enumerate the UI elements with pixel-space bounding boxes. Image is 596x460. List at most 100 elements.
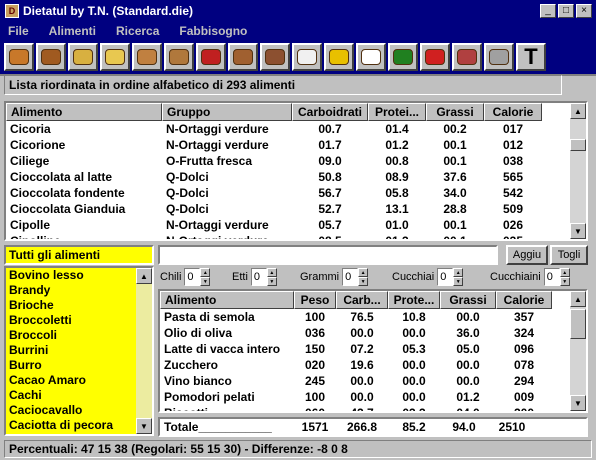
col-gruppo[interactable]: Gruppo <box>162 103 292 121</box>
sausage-button[interactable] <box>260 43 290 71</box>
pizza-button[interactable] <box>36 43 66 71</box>
col-carboidrati[interactable]: Carb... <box>336 291 388 309</box>
qty-chili-input[interactable]: 0 <box>184 268 201 286</box>
food-table-scrollbar[interactable]: ▲ ▼ <box>570 103 586 239</box>
egg-button[interactable] <box>356 43 386 71</box>
scroll-up-icon[interactable]: ▲ <box>570 103 586 119</box>
scroll-down-icon[interactable]: ▼ <box>570 223 586 239</box>
spin-up-icon[interactable]: ▲ <box>453 268 464 277</box>
table-row[interactable]: Cipolle N-Ortaggi verdure 05.7 01.0 00.1 026 <box>6 217 586 233</box>
list-item[interactable]: Caciocavallo <box>6 403 152 418</box>
table-row[interactable]: Ciliege O-Frutta fresca 09.0 00.8 00.1 038 <box>6 153 586 169</box>
pasta-button[interactable] <box>68 43 98 71</box>
table-row[interactable]: Cicorione N-Ortaggi verdure 01.7 01.2 00.1 01… <box>6 137 586 153</box>
menu-ricerca[interactable]: Ricerca <box>116 24 159 38</box>
cell-alimento: Cicorione <box>10 138 66 152</box>
col-proteine[interactable]: Prote... <box>388 291 440 309</box>
spin-up-icon[interactable]: ▲ <box>358 268 369 277</box>
table-row[interactable]: Biscotti 060 42.7 03.3 04.0 200 <box>160 405 586 411</box>
meat-button[interactable] <box>196 43 226 71</box>
apple-button[interactable] <box>420 43 450 71</box>
col-alimento[interactable]: Alimento <box>160 291 294 309</box>
menu-alimenti[interactable]: Alimenti <box>49 24 96 38</box>
table-row[interactable]: Olio di oliva 036 00.0 00.0 36.0 324 <box>160 325 586 341</box>
bread-button[interactable] <box>4 43 34 71</box>
scroll-thumb[interactable] <box>570 139 586 151</box>
spin-up-icon[interactable]: ▲ <box>559 268 570 277</box>
spin-down-icon[interactable]: ▼ <box>266 277 277 286</box>
list-item[interactable]: Broccoletti <box>6 313 152 328</box>
list-item[interactable]: Brandy <box>6 283 152 298</box>
col-alimento[interactable]: Alimento <box>6 103 162 121</box>
butter-button[interactable] <box>324 43 354 71</box>
drink-button[interactable] <box>484 43 514 71</box>
cell-gruppo: N-Ortaggi verdure <box>166 218 269 232</box>
scroll-up-icon[interactable]: ▲ <box>136 268 152 284</box>
spin-down-icon[interactable]: ▼ <box>559 277 570 286</box>
list-item[interactable]: Cacao Amaro <box>6 373 152 388</box>
category-filter[interactable]: Tutti gli alimenti <box>4 245 154 265</box>
chicken-button[interactable] <box>132 43 162 71</box>
milk-button[interactable] <box>292 43 322 71</box>
col-calorie[interactable]: Calorie <box>484 103 542 121</box>
diet-table-scrollbar[interactable]: ▲ ▼ <box>570 291 586 411</box>
maximize-button[interactable]: □ <box>558 4 574 18</box>
scroll-thumb[interactable] <box>570 309 586 339</box>
list-item[interactable]: Cachi <box>6 388 152 403</box>
dessert-button[interactable] <box>452 43 482 71</box>
menu-fabbisogno[interactable]: Fabbisogno <box>179 24 247 38</box>
salami-button[interactable] <box>228 43 258 71</box>
spin-up-icon[interactable]: ▲ <box>200 268 211 277</box>
egg-icon <box>361 49 381 65</box>
menu-file[interactable]: File <box>8 24 29 38</box>
list-item[interactable]: Caciotta di pecora <box>6 418 152 433</box>
col-carboidrati[interactable]: Carboidrati <box>292 103 368 121</box>
table-row[interactable]: Cicoria N-Ortaggi verdure 00.7 01.4 00.2 017 <box>6 121 586 137</box>
table-row[interactable]: Pomodori pelati 100 00.0 00.0 01.2 009 <box>160 389 586 405</box>
list-item[interactable]: Bovino lesso <box>6 268 152 283</box>
list-item[interactable]: Brioche <box>6 298 152 313</box>
spin-down-icon[interactable]: ▼ <box>200 277 211 286</box>
cell-gruppo: O-Frutta fresca <box>166 154 253 168</box>
qty-etti-input[interactable]: 0 <box>250 268 267 286</box>
cell-proteine: 00.0 <box>402 326 426 340</box>
col-proteine[interactable]: Protei... <box>368 103 426 121</box>
list-item[interactable]: Burro <box>6 358 152 373</box>
qty-cucchiaini-input[interactable]: 0 <box>543 268 560 286</box>
table-row[interactable]: Cioccolata fondente Q-Dolci 56.7 05.8 34.0 54… <box>6 185 586 201</box>
vegetable-button[interactable] <box>388 43 418 71</box>
table-row[interactable]: Cioccolata Gianduia Q-Dolci 52.7 13.1 28.8 50… <box>6 201 586 217</box>
close-button[interactable]: × <box>576 4 592 18</box>
search-input[interactable] <box>158 245 498 265</box>
list-item[interactable]: Burrini <box>6 343 152 358</box>
table-row[interactable]: Vino bianco 245 00.0 00.0 00.0 294 <box>160 373 586 389</box>
qty-grammi-input[interactable]: 0 <box>342 268 359 286</box>
spin-down-icon[interactable]: ▼ <box>358 277 369 286</box>
fish-button[interactable] <box>164 43 194 71</box>
text-button[interactable]: T <box>516 43 546 71</box>
col-peso[interactable]: Peso <box>294 291 336 309</box>
spin-up-icon[interactable]: ▲ <box>266 268 277 277</box>
info-bar: Lista riordinata in ordine alfabetico di… <box>4 75 562 95</box>
col-grassi[interactable]: Grassi <box>426 103 484 121</box>
table-row[interactable]: Cioccolata al latte Q-Dolci 50.8 08.9 37.6 56… <box>6 169 586 185</box>
table-row[interactable]: Zucchero 020 19.6 00.0 00.0 078 <box>160 357 586 373</box>
minimize-button[interactable]: _ <box>540 4 556 18</box>
table-row[interactable]: Pasta di semola 100 76.5 10.8 00.0 357 <box>160 309 586 325</box>
scroll-down-icon[interactable]: ▼ <box>136 418 152 434</box>
spin-down-icon[interactable]: ▼ <box>453 277 464 286</box>
table-row[interactable]: Cipolline N-Ortaggi verdure 08.5 01.3 00.1 03… <box>6 233 586 239</box>
cell-carboidrati: 01.7 <box>318 138 342 152</box>
scroll-down-icon[interactable]: ▼ <box>570 395 586 411</box>
cheese-button[interactable] <box>100 43 130 71</box>
table-row[interactable]: Latte di vacca intero 150 07.2 05.3 05.0 096 <box>160 341 586 357</box>
scroll-up-icon[interactable]: ▲ <box>570 291 586 307</box>
list-item[interactable]: Broccoli <box>6 328 152 343</box>
col-grassi[interactable]: Grassi <box>440 291 496 309</box>
qty-cucchiai-input[interactable]: 0 <box>437 268 454 286</box>
cell-gruppo: Q-Dolci <box>166 170 209 184</box>
add-button[interactable]: Aggiu <box>506 245 548 265</box>
remove-button[interactable]: Togli <box>550 245 588 265</box>
col-calorie[interactable]: Calorie <box>496 291 552 309</box>
food-list-scrollbar[interactable]: ▲ ▼ <box>136 268 152 434</box>
